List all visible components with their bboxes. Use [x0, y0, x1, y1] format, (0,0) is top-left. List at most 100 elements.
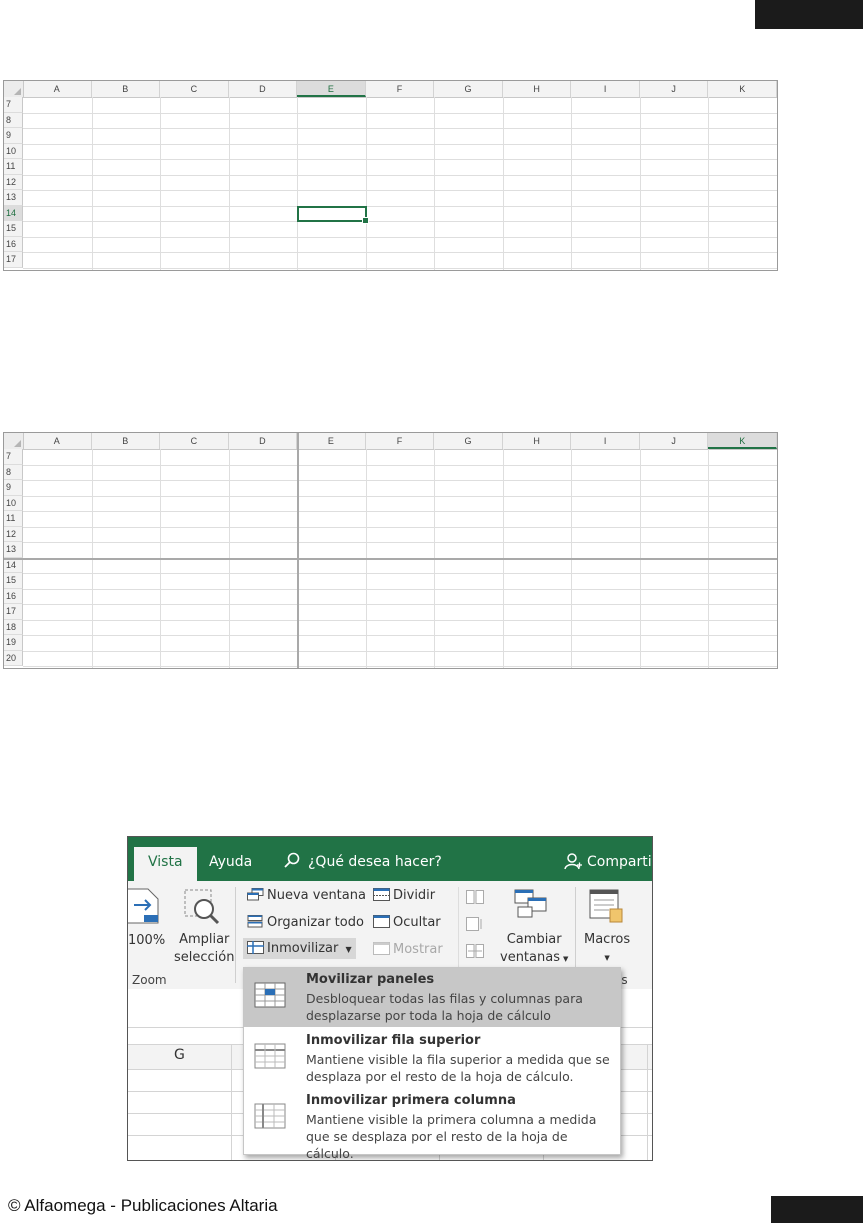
macros-button[interactable]: Macros ▼: [584, 931, 630, 967]
row-header-11[interactable]: 11: [4, 159, 23, 175]
zoom-100-icon: [128, 887, 160, 929]
row-gridline: [23, 666, 777, 667]
column-header-a[interactable]: A: [23, 433, 92, 449]
zoom-selection-label-1: Ampliar: [179, 932, 230, 947]
row-header-8[interactable]: 8: [4, 112, 23, 128]
row-header-13[interactable]: 13: [4, 542, 23, 558]
select-all-corner[interactable]: [4, 81, 24, 97]
view-side-by-side-icon[interactable]: [466, 889, 484, 908]
split-button[interactable]: Dividir: [373, 888, 435, 903]
column-header-b[interactable]: B: [92, 81, 161, 97]
freeze-panes-button[interactable]: Inmovilizar ▼: [243, 938, 356, 959]
freeze-panes-label: Inmovilizar: [267, 941, 339, 956]
row-header-15[interactable]: 15: [4, 221, 23, 237]
tab-ayuda[interactable]: Ayuda: [209, 847, 252, 881]
share-button[interactable]: Compartir: [587, 847, 652, 881]
arrange-all-button[interactable]: Organizar todo: [247, 915, 364, 930]
column-gridline: [297, 97, 299, 270]
row-gridline: [23, 511, 777, 512]
share-person-icon[interactable]: [564, 852, 582, 874]
row-header-12[interactable]: 12: [4, 174, 23, 190]
column-header-c[interactable]: C: [160, 433, 229, 449]
row-header-8[interactable]: 8: [4, 464, 23, 480]
row-header-19[interactable]: 19: [4, 635, 23, 651]
column-header-j[interactable]: J: [640, 433, 709, 449]
row-header-16[interactable]: 16: [4, 236, 23, 252]
column-gridline: [571, 97, 573, 270]
reset-window-position-icon[interactable]: [466, 943, 484, 962]
hide-button[interactable]: Ocultar: [373, 915, 441, 930]
column-header-h[interactable]: H: [503, 433, 572, 449]
column-header-e[interactable]: E: [297, 433, 366, 449]
switch-windows-label-1: Cambiar: [506, 932, 562, 947]
search-icon[interactable]: [283, 851, 301, 873]
row-gridline: [23, 112, 777, 114]
row-gridline: [23, 495, 777, 497]
arrange-all-icon: [247, 915, 264, 928]
hide-label: Ocultar: [393, 915, 441, 930]
column-header-k[interactable]: K: [708, 433, 777, 449]
column-header-b[interactable]: B: [92, 433, 161, 449]
row-header-12[interactable]: 12: [4, 526, 23, 542]
unhide-button[interactable]: Mostrar: [373, 942, 443, 957]
freeze-panes-icon: [247, 941, 264, 954]
menu-item-description: Desbloquear todas las filas y columnas p…: [306, 991, 583, 1023]
synchronous-scrolling-icon[interactable]: [466, 916, 484, 935]
column-header-g[interactable]: G: [434, 81, 503, 97]
row-header-14[interactable]: 14: [4, 557, 23, 573]
column-header-d[interactable]: D: [229, 433, 298, 449]
row-header-9[interactable]: 9: [4, 480, 23, 496]
new-window-button[interactable]: Nueva ventana: [247, 888, 366, 903]
column-gridline: [160, 97, 162, 270]
row-header-18[interactable]: 18: [4, 619, 23, 635]
column-header-i[interactable]: I: [571, 81, 640, 97]
row-header-7[interactable]: 7: [4, 449, 23, 465]
row-gridline: [23, 143, 777, 145]
unfreeze-panes-icon: [254, 980, 286, 1012]
column-divider: [647, 1044, 648, 1160]
row-header-7[interactable]: 7: [4, 97, 23, 113]
column-header-e[interactable]: E: [297, 81, 366, 97]
zoom-100-button[interactable]: 100%: [128, 933, 165, 948]
switch-windows-label-2: ventanas ▼: [500, 950, 569, 965]
menu-item-freeze-top-row[interactable]: Inmovilizar fila superior Mantiene visib…: [244, 1029, 620, 1088]
column-header-c[interactable]: C: [160, 81, 229, 97]
row-header-11[interactable]: 11: [4, 511, 23, 527]
frozen-pane-vertical-line: [297, 433, 300, 668]
menu-item-freeze-first-column[interactable]: Inmovilizar primera columna Mantiene vis…: [244, 1089, 620, 1160]
column-header-j[interactable]: J: [640, 81, 709, 97]
row-gridline: [23, 619, 777, 621]
menu-item-unfreeze-panes[interactable]: Movilizar paneles Desbloquear todas las …: [244, 968, 620, 1027]
row-header-10[interactable]: 10: [4, 495, 23, 511]
row-header-20[interactable]: 20: [4, 650, 23, 666]
column-header-g[interactable]: G: [434, 433, 503, 449]
row-header-16[interactable]: 16: [4, 588, 23, 604]
row-header-17[interactable]: 17: [4, 604, 23, 620]
group-label-zoom: Zoom: [132, 973, 167, 987]
search-input[interactable]: ¿Qué desea hacer?: [308, 847, 442, 881]
row-header-10[interactable]: 10: [4, 143, 23, 159]
row-header-9[interactable]: 9: [4, 128, 23, 144]
column-header-h[interactable]: H: [503, 81, 572, 97]
column-header-k[interactable]: K: [708, 81, 777, 97]
row-header-14[interactable]: 14: [4, 205, 23, 221]
tab-vista[interactable]: Vista: [134, 847, 197, 881]
switch-windows-button[interactable]: Cambiar ventanas ▼: [500, 931, 568, 968]
row-gridline: [23, 650, 777, 652]
zoom-selection-button[interactable]: Ampliar selección: [174, 931, 234, 967]
row-header-15[interactable]: 15: [4, 573, 23, 589]
column-header-d[interactable]: D: [229, 81, 298, 97]
row-gridline: [23, 573, 777, 574]
row-header-13[interactable]: 13: [4, 190, 23, 206]
column-header-f[interactable]: F: [366, 433, 435, 449]
column-header-g[interactable]: G: [174, 1047, 185, 1063]
column-gridline: [502, 97, 504, 270]
column-gridline: [639, 97, 641, 270]
column-gridline: [365, 97, 367, 270]
row-header-17[interactable]: 17: [4, 252, 23, 268]
column-header-a[interactable]: A: [23, 81, 92, 97]
column-header-i[interactable]: I: [571, 433, 640, 449]
column-header-f[interactable]: F: [366, 81, 435, 97]
selected-cell[interactable]: [297, 205, 369, 224]
select-all-corner[interactable]: [4, 433, 24, 449]
